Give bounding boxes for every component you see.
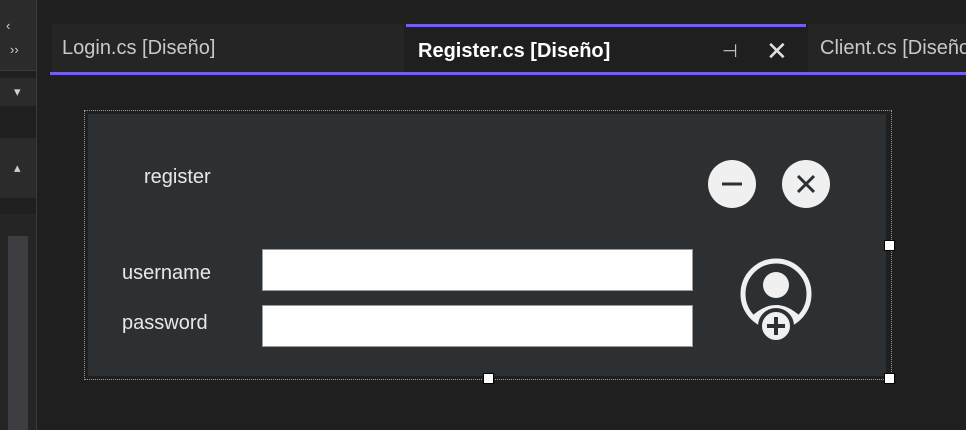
username-label: username bbox=[122, 262, 211, 284]
resize-handle-corner[interactable] bbox=[884, 373, 895, 384]
dropdown-arrow-icon[interactable]: ▾ bbox=[14, 84, 21, 100]
tab-label: Register.cs [Diseño] bbox=[418, 40, 611, 62]
tab-label: Login.cs [Diseño] bbox=[62, 37, 216, 59]
minimize-button[interactable] bbox=[708, 160, 756, 208]
resize-handle-bottom[interactable] bbox=[483, 373, 494, 384]
tab-client-designer[interactable]: Client.cs [Diseño] bbox=[808, 24, 966, 72]
tab-label: Client.cs [Diseño] bbox=[820, 37, 966, 59]
close-icon[interactable]: ✕ bbox=[766, 27, 788, 72]
minus-circle-icon bbox=[722, 182, 742, 186]
x-circle-icon bbox=[796, 174, 816, 194]
left-tool-strip: ‹ ›› ▾ ▴ bbox=[0, 0, 50, 430]
password-label: password bbox=[122, 312, 208, 334]
overflow-icon[interactable]: ›› bbox=[10, 42, 19, 57]
pin-icon[interactable]: ⊣ bbox=[722, 27, 738, 72]
toolbox-dropdown[interactable]: ▾ bbox=[0, 78, 36, 106]
divider bbox=[36, 0, 37, 430]
add-user-icon[interactable] bbox=[736, 256, 820, 348]
toolbox-scroll-area[interactable]: ▴ bbox=[0, 138, 36, 198]
scroll-up-icon[interactable]: ▴ bbox=[14, 160, 21, 176]
form-title: register bbox=[144, 166, 211, 188]
scrollbar-thumb[interactable] bbox=[8, 236, 28, 430]
close-form-button[interactable] bbox=[782, 160, 830, 208]
tab-register-designer[interactable]: Register.cs [Diseño] ⊣ ✕ bbox=[406, 24, 806, 72]
tab-login-designer[interactable]: Login.cs [Diseño] bbox=[52, 24, 404, 72]
resize-handle-right[interactable] bbox=[884, 240, 895, 251]
toolbox-panel[interactable]: ‹ ›› bbox=[0, 0, 36, 71]
password-field[interactable] bbox=[262, 305, 693, 347]
username-field[interactable] bbox=[262, 249, 693, 291]
chevron-left-icon[interactable]: ‹ bbox=[6, 18, 10, 33]
